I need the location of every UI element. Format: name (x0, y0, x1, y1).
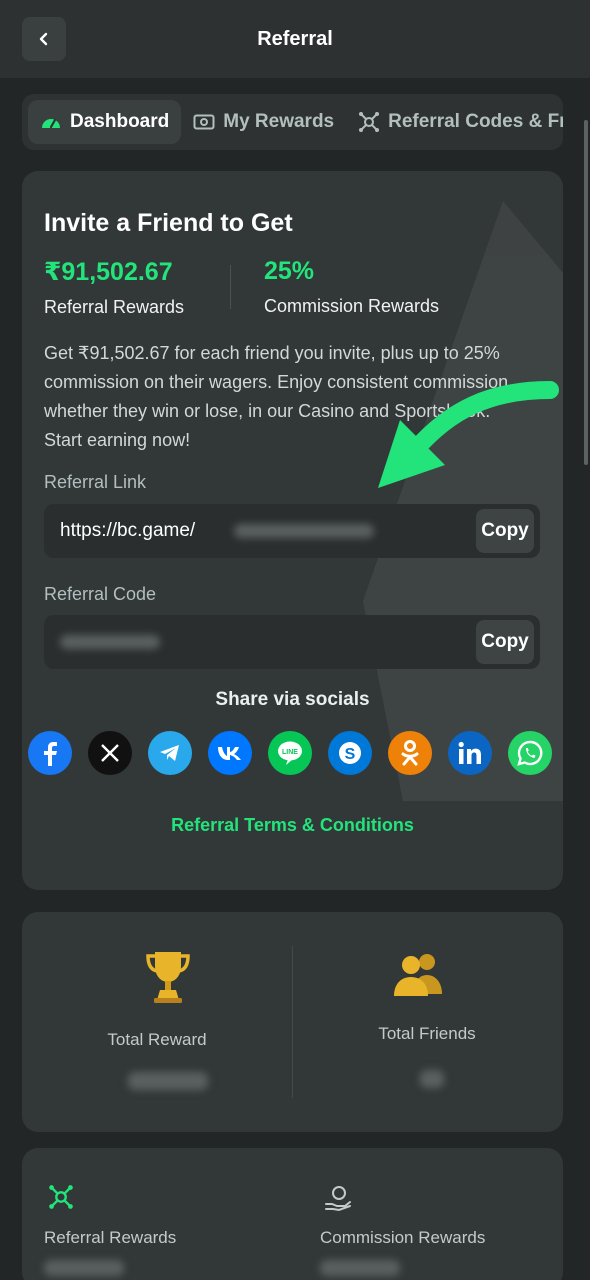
page-title: Referral (257, 27, 333, 50)
users-icon (394, 954, 442, 996)
referral-network-icon (49, 1185, 73, 1209)
redacted-text (234, 524, 374, 538)
referral-network-icon (358, 111, 380, 133)
line-icon[interactable]: LINE (268, 731, 312, 775)
referral-link-label: Referral Link (44, 472, 147, 492)
tab-label: Referral Codes & Fr (388, 111, 563, 132)
referral-reward-label: Referral Rewards (44, 297, 185, 317)
redacted-value (128, 1072, 208, 1090)
telegram-icon[interactable] (148, 731, 192, 775)
vk-icon[interactable] (208, 731, 252, 775)
facebook-icon[interactable] (28, 731, 72, 775)
x-icon[interactable] (88, 731, 132, 775)
referral-rewards-label: Referral Rewards (44, 1228, 177, 1247)
redacted-text (60, 635, 160, 649)
invite-title: Invite a Friend to Get (44, 209, 293, 237)
stat-divider (230, 265, 231, 309)
total-friends-stat: Total Friends (292, 912, 562, 1132)
back-button[interactable] (22, 17, 66, 61)
hand-coin-icon (325, 1186, 351, 1212)
copy-code-button[interactable]: Copy (476, 620, 534, 664)
dashboard-gauge-icon (40, 112, 62, 132)
trophy-icon (146, 952, 190, 1003)
social-share-row: LINE S (28, 731, 563, 775)
linkedin-icon[interactable] (448, 731, 492, 775)
redacted-value (420, 1070, 444, 1088)
referral-link-value: https://bc.game/ (60, 520, 196, 541)
scrollbar[interactable] (584, 120, 588, 465)
chevron-left-icon (39, 32, 48, 46)
odnoklassniki-icon[interactable] (388, 731, 432, 775)
cash-icon (193, 113, 215, 131)
total-friends-label: Total Friends (378, 1024, 476, 1043)
tab-bar: Dashboard My Rewards Referral Codes & Fr (22, 94, 563, 150)
tab-label: Dashboard (70, 111, 170, 132)
commission-rewards-label: Commission Rewards (320, 1228, 486, 1247)
referral-reward-stat: ₹91,502.67 Referral Rewards (44, 257, 184, 318)
tab-referral-codes[interactable]: Referral Codes & Fr (346, 100, 563, 144)
referral-code-field[interactable]: Copy (44, 615, 540, 669)
rewards-card: Referral Rewards Commission Rewards (22, 1148, 563, 1280)
tab-dashboard[interactable]: Dashboard (28, 100, 182, 144)
annotation-arrow-icon (378, 381, 559, 488)
top-bar: Referral (0, 0, 590, 78)
commission-value: 25% (264, 257, 315, 285)
total-reward-label: Total Reward (107, 1030, 207, 1049)
copy-link-button[interactable]: Copy (476, 509, 534, 553)
invite-card: Invite a Friend to Get ₹91,502.67 Referr… (22, 171, 563, 890)
commission-stat: 25% Commission Rewards (264, 257, 439, 317)
referral-link-field[interactable]: https://bc.game/ Copy (44, 504, 540, 558)
svg-text:LINE: LINE (282, 749, 298, 756)
referral-code-label: Referral Code (44, 584, 157, 604)
referral-reward-value: ₹91,502.67 (44, 258, 173, 286)
tab-my-rewards[interactable]: My Rewards (181, 100, 346, 144)
share-title: Share via socials (215, 689, 370, 710)
tab-label: My Rewards (223, 111, 335, 132)
skype-icon[interactable]: S (328, 731, 372, 775)
redacted-value (44, 1260, 124, 1276)
svg-text:S: S (345, 746, 356, 763)
whatsapp-icon[interactable] (508, 731, 552, 775)
commission-label: Commission Rewards (264, 296, 440, 316)
terms-link[interactable]: Referral Terms & Conditions (22, 815, 563, 836)
redacted-value (320, 1260, 400, 1276)
totals-card: Total Reward Total Friends (22, 912, 563, 1132)
total-reward-stat: Total Reward (22, 912, 292, 1132)
